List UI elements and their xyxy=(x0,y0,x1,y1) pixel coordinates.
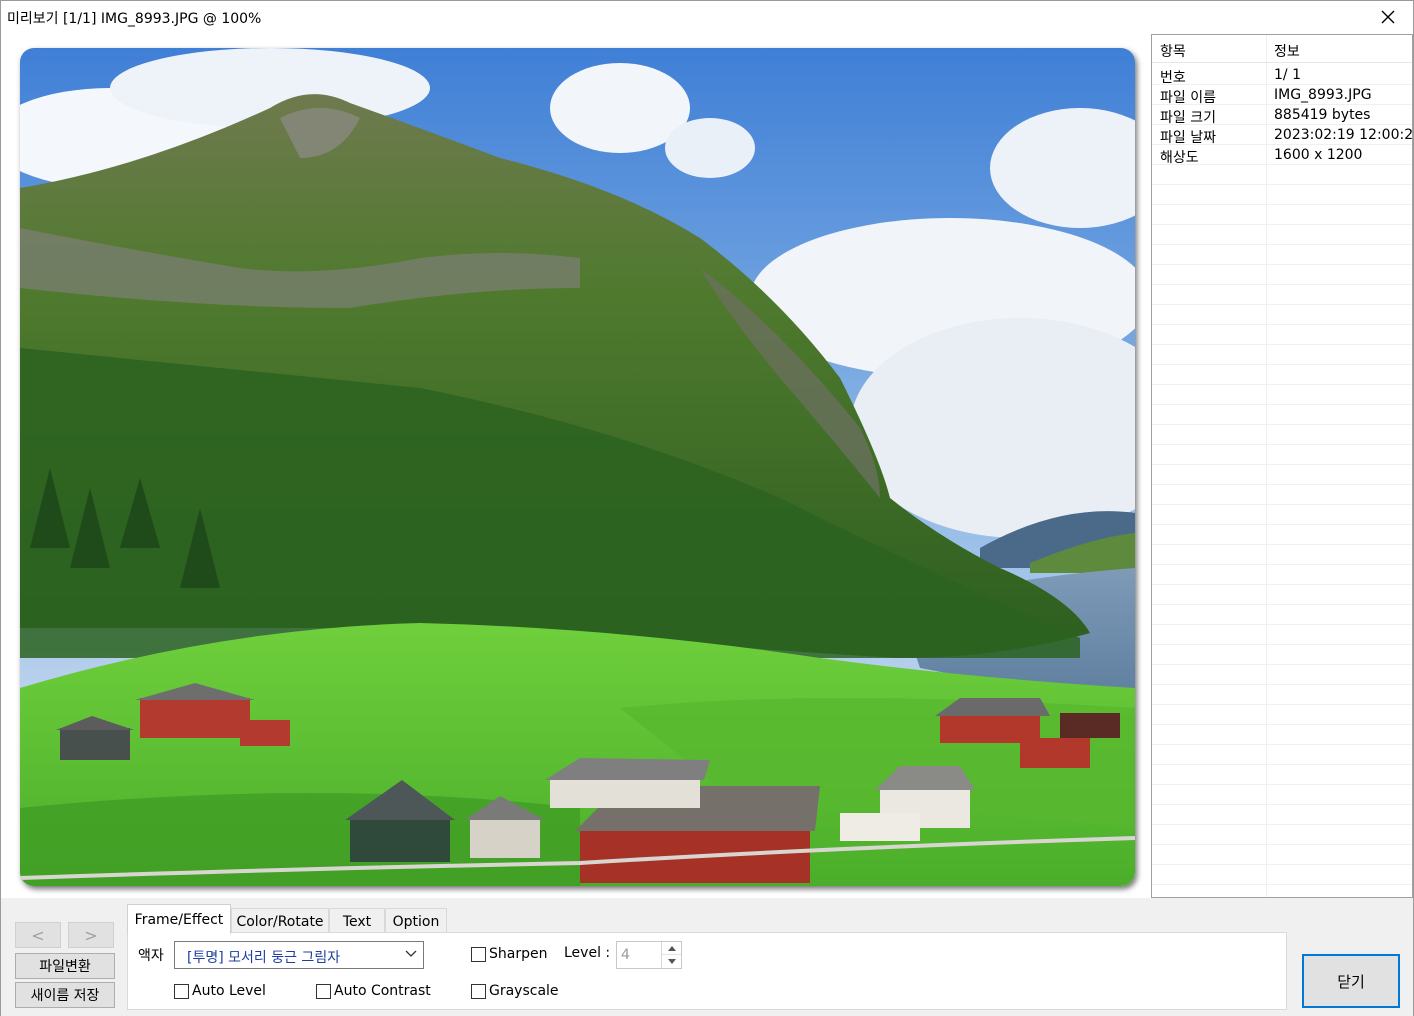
auto-level-label: Auto Level xyxy=(192,983,266,999)
info-value: 1/ 1 xyxy=(1274,67,1301,83)
info-row: 해상도 1600 x 1200 xyxy=(1152,145,1412,166)
frame-select-value: [투명] 모서리 둥근 그림자 xyxy=(187,950,341,966)
tab-option[interactable]: Option xyxy=(385,908,447,934)
title-bar: 미리보기 [1/1] IMG_8993.JPG @ 100% xyxy=(0,0,1414,32)
info-empty-row xyxy=(1152,445,1412,465)
info-empty-row xyxy=(1152,505,1412,525)
info-empty-row xyxy=(1152,565,1412,585)
info-empty-row xyxy=(1152,605,1412,625)
info-empty-row xyxy=(1152,665,1412,685)
tab-color-rotate[interactable]: Color/Rotate xyxy=(231,908,329,934)
auto-contrast-checkbox[interactable]: Auto Contrast xyxy=(316,983,431,999)
info-empty-row xyxy=(1152,205,1412,225)
info-empty-row xyxy=(1152,545,1412,565)
next-button[interactable]: > xyxy=(68,922,114,948)
chevron-right-icon: > xyxy=(84,925,98,945)
chevron-left-icon: < xyxy=(31,925,45,945)
close-icon xyxy=(1381,10,1395,24)
info-empty-row xyxy=(1152,165,1412,185)
info-panel: 항목 정보 번호 1/ 1 파일 이름 IMG_8993.JPG 파일 크기 8… xyxy=(1151,34,1413,898)
info-empty-row xyxy=(1152,185,1412,205)
info-empty-row xyxy=(1152,805,1412,825)
info-value: 1600 x 1200 xyxy=(1274,147,1363,163)
info-empty-row xyxy=(1152,265,1412,285)
frame-select[interactable]: [투명] 모서리 둥근 그림자 xyxy=(174,941,424,969)
checkbox-box xyxy=(471,946,486,962)
info-empty-row xyxy=(1152,785,1412,805)
info-value: 885419 bytes xyxy=(1274,107,1371,123)
grayscale-checkbox[interactable]: Grayscale xyxy=(471,983,559,999)
info-key: 파일 크기 xyxy=(1160,110,1216,126)
info-empty-row xyxy=(1152,865,1412,885)
spin-down-button[interactable] xyxy=(662,955,681,968)
window-close-button[interactable] xyxy=(1373,3,1403,31)
arrow-down-icon xyxy=(667,959,676,964)
info-empty-row xyxy=(1152,345,1412,365)
convert-file-button[interactable]: 파일변환 xyxy=(15,953,115,979)
prev-button[interactable]: < xyxy=(15,922,61,948)
grayscale-label: Grayscale xyxy=(489,983,559,999)
info-value: IMG_8993.JPG xyxy=(1274,87,1372,103)
close-button[interactable]: 닫기 xyxy=(1302,954,1400,1008)
checkbox-box xyxy=(471,983,486,999)
sharpen-checkbox[interactable]: Sharpen xyxy=(471,946,547,962)
checkbox-box xyxy=(174,983,189,999)
spin-up-button[interactable] xyxy=(662,942,681,955)
info-empty-row xyxy=(1152,765,1412,785)
info-header-key: 항목 xyxy=(1160,44,1186,60)
sharpen-label: Sharpen xyxy=(489,946,548,962)
info-header-value: 정보 xyxy=(1274,44,1300,60)
info-empty-row xyxy=(1152,285,1412,305)
spinner-buttons xyxy=(661,942,681,968)
tab-frame-effect[interactable]: Frame/Effect xyxy=(127,904,231,934)
level-value: 4 xyxy=(621,947,630,963)
info-empty-row xyxy=(1152,405,1412,425)
tab-text[interactable]: Text xyxy=(329,908,385,934)
level-spinner[interactable]: 4 xyxy=(616,941,682,969)
auto-contrast-label: Auto Contrast xyxy=(334,983,431,999)
info-empty-row xyxy=(1152,365,1412,385)
info-empty-row xyxy=(1152,385,1412,405)
info-empty-row xyxy=(1152,645,1412,665)
frame-effect-panel: 액자 [투명] 모서리 둥근 그림자 Sharpen Level : 4 Aut… xyxy=(127,932,1287,1010)
save-as-button[interactable]: 새이름 저장 xyxy=(15,982,115,1008)
info-empty-row xyxy=(1152,625,1412,645)
info-empty-row xyxy=(1152,225,1412,245)
info-header-row: 항목 정보 xyxy=(1152,35,1412,63)
info-empty-row xyxy=(1152,745,1412,765)
chevron-down-icon xyxy=(405,950,417,957)
frame-label: 액자 xyxy=(138,948,164,964)
info-row: 파일 크기 885419 bytes xyxy=(1152,105,1412,126)
preview-image xyxy=(20,48,1135,886)
info-value: 2023:02:19 12:00:26 xyxy=(1274,127,1413,143)
checkbox-box xyxy=(316,983,331,999)
info-empty-row xyxy=(1152,585,1412,605)
info-empty-row xyxy=(1152,485,1412,505)
info-row: 번호 1/ 1 xyxy=(1152,65,1412,86)
auto-level-checkbox[interactable]: Auto Level xyxy=(174,983,266,999)
control-panel: < > 파일변환 새이름 저장 Frame/Effect Color/Rotat… xyxy=(0,898,1414,1016)
window-title: 미리보기 [1/1] IMG_8993.JPG @ 100% xyxy=(7,11,262,27)
info-empty-row xyxy=(1152,525,1412,545)
info-empty-row xyxy=(1152,425,1412,445)
info-key: 번호 xyxy=(1160,70,1186,86)
info-empty-row xyxy=(1152,465,1412,485)
info-row: 파일 이름 IMG_8993.JPG xyxy=(1152,85,1412,106)
info-empty-row xyxy=(1152,725,1412,745)
info-empty-row xyxy=(1152,325,1412,345)
info-row: 파일 날짜 2023:02:19 12:00:26 xyxy=(1152,125,1413,146)
info-empty-row xyxy=(1152,825,1412,845)
level-label: Level : xyxy=(564,945,611,961)
info-empty-row xyxy=(1152,845,1412,865)
info-empty-row xyxy=(1152,685,1412,705)
info-key: 파일 이름 xyxy=(1160,90,1216,106)
info-empty-row xyxy=(1152,705,1412,725)
preview-area: 항목 정보 번호 1/ 1 파일 이름 IMG_8993.JPG 파일 크기 8… xyxy=(0,32,1414,898)
info-key: 해상도 xyxy=(1160,150,1199,166)
info-empty-row xyxy=(1152,305,1412,325)
arrow-up-icon xyxy=(667,945,676,951)
info-key: 파일 날짜 xyxy=(1160,130,1216,146)
info-empty-row xyxy=(1152,245,1412,265)
